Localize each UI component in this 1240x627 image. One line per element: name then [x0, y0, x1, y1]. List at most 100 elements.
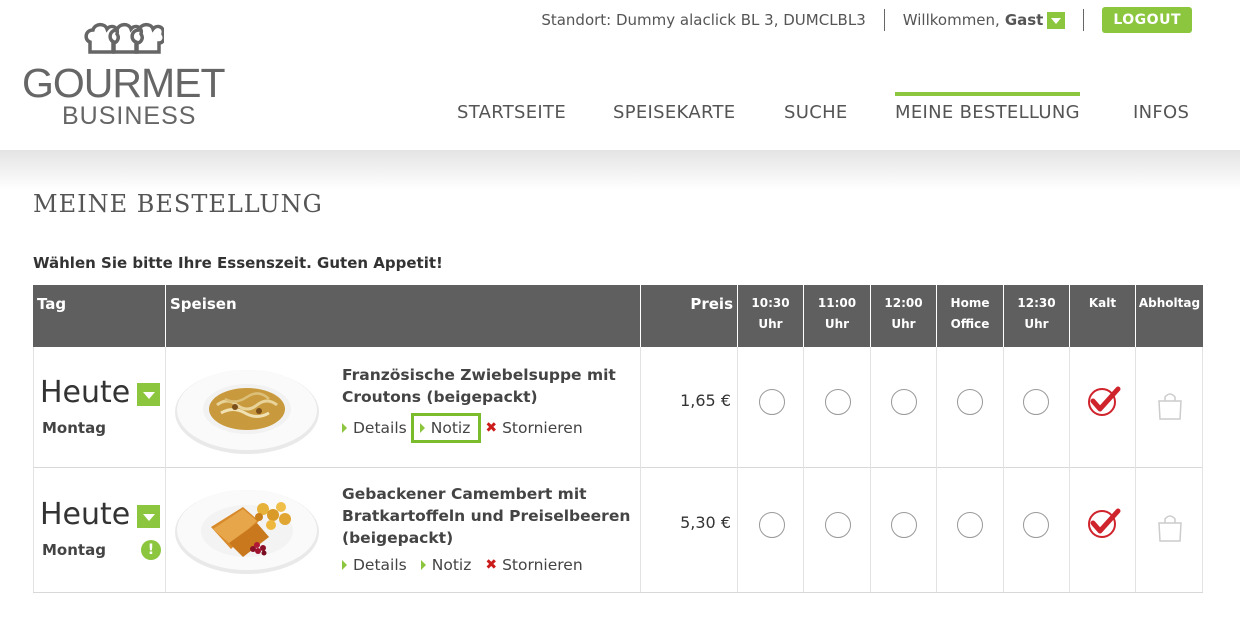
cell-divider — [640, 467, 641, 592]
kalt-checkbox-checked[interactable] — [1087, 508, 1121, 538]
shopping-bag-icon[interactable] — [1157, 391, 1183, 421]
user-name[interactable]: Gast — [1005, 11, 1044, 29]
price: 1,65 € — [680, 391, 731, 410]
cell-divider — [1202, 347, 1203, 467]
site-header: GOURMET BUSINESS Standort: Dummy alaclic… — [0, 0, 1240, 150]
price: 5,30 € — [680, 513, 731, 532]
cell-divider — [803, 467, 804, 592]
day-label: Heute — [40, 375, 131, 410]
kalt-label: Kalt — [1088, 296, 1117, 310]
slot-radio-1030[interactable] — [759, 512, 785, 538]
page-subtitle: Wählen Sie bitte Ihre Essenszeit. Guten … — [33, 254, 443, 272]
slot-label: 12:30 — [1017, 296, 1056, 310]
cell-divider — [1069, 347, 1070, 467]
notiz-label: Notiz — [430, 419, 471, 437]
day-dropdown-icon[interactable] — [137, 383, 160, 406]
page-title: MEINE BESTELLUNG — [33, 190, 323, 218]
slot-radio-1200[interactable] — [891, 512, 917, 538]
col-header-preis: Preis — [641, 285, 737, 347]
slot-label: Office — [950, 317, 990, 331]
notiz-link[interactable]: Notiz — [410, 413, 482, 443]
cell-divider — [870, 467, 871, 592]
cell-divider — [33, 467, 34, 592]
col-header-kalt: Kalt — [1070, 285, 1135, 347]
details-label: Details — [353, 419, 407, 437]
slot-label: Home — [950, 296, 990, 310]
cancel-x-icon: ✖ — [485, 420, 498, 436]
nav-item-startseite[interactable]: STARTSEITE — [457, 102, 566, 123]
dish-actions: Details Notiz ✖ Stornieren — [342, 413, 597, 443]
table-row: Heute Montag Französische Zwiebelsuppe m… — [33, 347, 1203, 468]
stornieren-link[interactable]: ✖ Stornieren — [485, 556, 582, 574]
slot-label: Uhr — [1024, 317, 1049, 331]
triangle-right-icon — [342, 423, 347, 433]
warning-icon[interactable]: ! — [141, 540, 161, 560]
nav-item-speisekarte[interactable]: SPEISEKARTE — [613, 102, 735, 123]
slot-radio-1200[interactable] — [891, 389, 917, 415]
kalt-checkbox-checked[interactable] — [1087, 386, 1121, 416]
triangle-right-icon — [419, 423, 425, 433]
col-header-slot-1030: 10:30 Uhr — [738, 285, 803, 347]
cell-divider — [1003, 347, 1004, 467]
cancel-x-icon: ✖ — [485, 557, 498, 573]
slot-radio-1100[interactable] — [825, 389, 851, 415]
slot-label: Uhr — [824, 317, 850, 331]
divider — [883, 9, 885, 31]
slot-radio-1100[interactable] — [825, 512, 851, 538]
weekday-label: Montag — [42, 419, 106, 437]
nav-item-infos[interactable]: INFOS — [1133, 102, 1189, 123]
notiz-label: Notiz — [431, 556, 472, 574]
nav-item-meine-bestellung[interactable]: MEINE BESTELLUNG — [895, 92, 1080, 123]
slot-label: 11:00 — [817, 296, 857, 310]
details-link[interactable]: Details — [342, 419, 407, 437]
divider — [1083, 9, 1085, 31]
cell-divider — [737, 347, 738, 467]
slot-radio-1230[interactable] — [1023, 389, 1049, 415]
shopping-bag-icon[interactable] — [1157, 513, 1183, 543]
details-link[interactable]: Details — [342, 556, 407, 574]
slot-radio-1230[interactable] — [1023, 512, 1049, 538]
weekday-label: Montag — [42, 541, 106, 559]
slot-radio-home-office[interactable] — [957, 512, 983, 538]
slot-radio-home-office[interactable] — [957, 389, 983, 415]
header-shadow — [0, 150, 1240, 190]
user-dropdown-icon[interactable] — [1047, 11, 1066, 29]
cell-divider — [165, 467, 166, 592]
triangle-right-icon — [342, 560, 347, 570]
logout-button[interactable]: LOGOUT — [1102, 7, 1192, 33]
cell-divider — [936, 467, 937, 592]
dish-actions: Details Notiz ✖ Stornieren — [342, 556, 597, 574]
cell-divider — [1135, 347, 1136, 467]
main-nav: STARTSEITE SPEISEKARTE SUCHE MEINE BESTE… — [0, 92, 1240, 132]
notiz-link[interactable]: Notiz — [420, 556, 472, 574]
cell-divider — [1202, 467, 1203, 592]
stornieren-link[interactable]: ✖ Stornieren — [485, 419, 582, 437]
cell-divider — [1069, 467, 1070, 592]
col-header-slot-1230: 12:30 Uhr — [1004, 285, 1069, 347]
cell-divider — [165, 347, 166, 467]
dish-name: Französische Zwiebelsuppe mit Croutons (… — [342, 366, 616, 406]
soup-dish-image — [175, 370, 319, 454]
slot-label: Uhr — [891, 317, 916, 331]
triangle-right-icon — [420, 560, 426, 570]
col-header-tag: Tag — [33, 285, 165, 347]
nav-item-suche[interactable]: SUCHE — [784, 102, 848, 123]
dish-name: Gebackener Camembert mit Bratkartoffeln … — [342, 485, 631, 547]
stornieren-label: Stornieren — [502, 419, 583, 437]
cell-divider — [870, 347, 871, 467]
location-label: Standort: Dummy alaclick BL 3, DUMCLBL3 — [541, 11, 866, 29]
top-bar: Standort: Dummy alaclick BL 3, DUMCLBL3 … — [541, 6, 1192, 34]
slot-label: 10:30 — [751, 296, 790, 310]
col-header-slot-1200: 12:00 Uhr — [871, 285, 936, 347]
cell-divider — [640, 347, 641, 467]
slot-radio-1030[interactable] — [759, 389, 785, 415]
col-header-slot-1100: 11:00 Uhr — [804, 285, 870, 347]
cell-divider — [33, 347, 34, 467]
details-label: Details — [353, 556, 407, 574]
chef-hats-icon — [84, 22, 164, 54]
cell-divider — [803, 347, 804, 467]
day-dropdown-icon[interactable] — [137, 505, 160, 528]
col-header-speisen: Speisen — [166, 285, 640, 347]
cell-divider — [737, 467, 738, 592]
table-header: Tag Speisen Preis 10:30 Uhr 11:00 Uhr 12:0… — [33, 285, 1203, 347]
